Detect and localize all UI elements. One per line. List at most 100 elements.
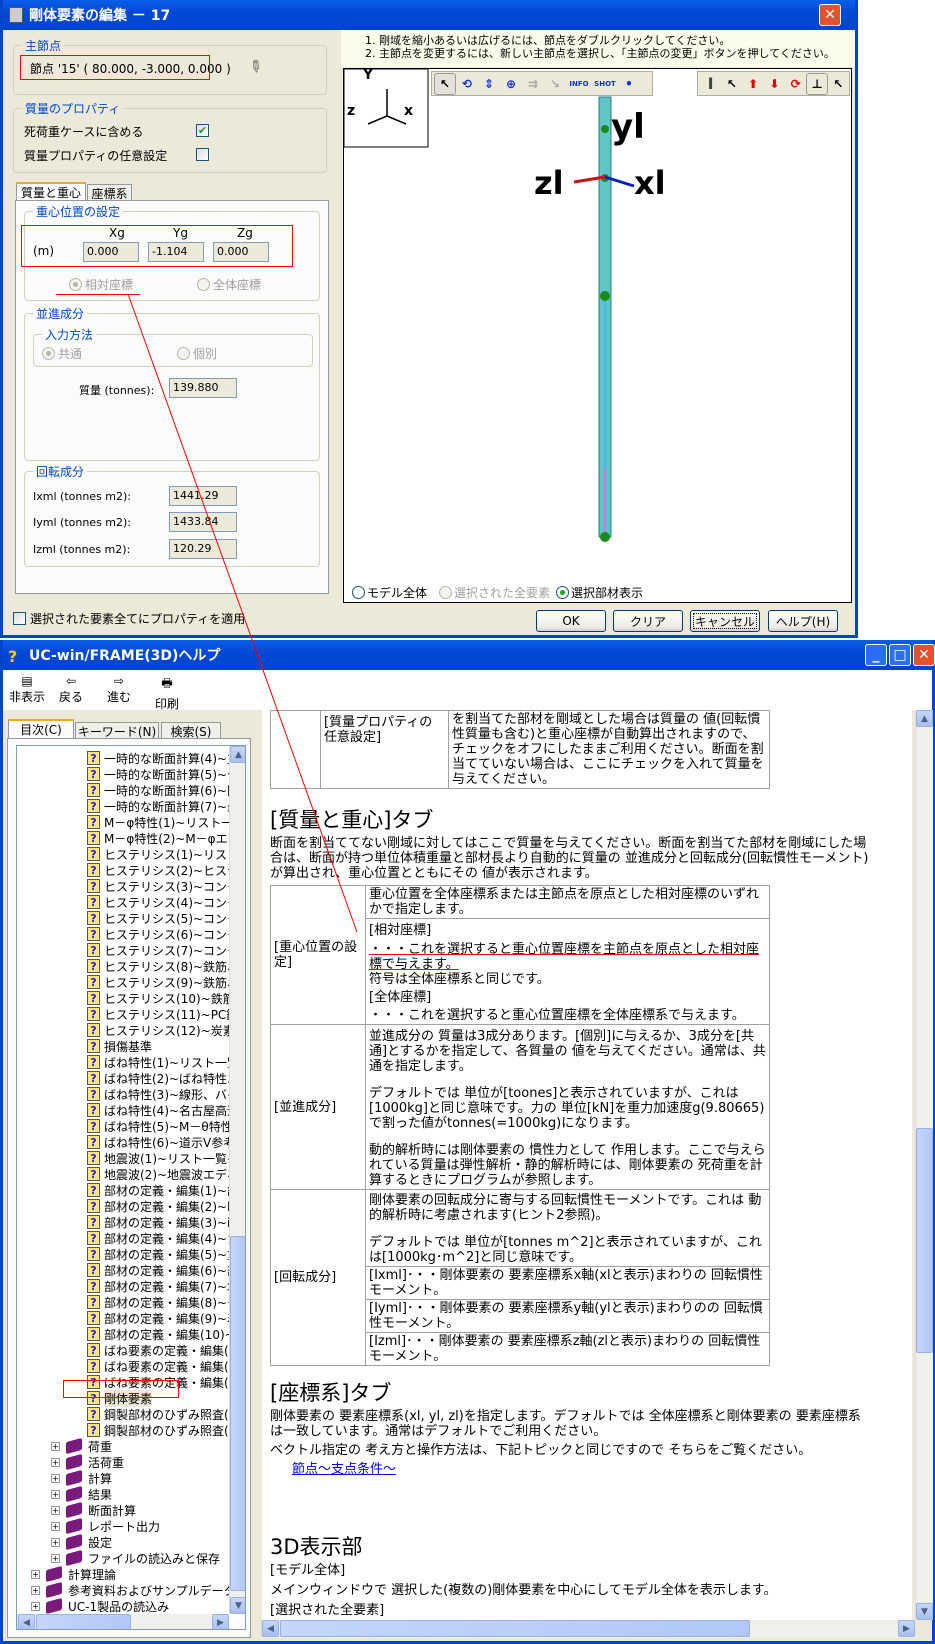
tree-item[interactable]: ? ヒステリシス(10)~鉄筋(C: [87, 990, 245, 1006]
scroll-up-button[interactable]: ▲: [230, 746, 245, 763]
model-all-radio[interactable]: [352, 586, 365, 599]
tab-coordinate[interactable]: 座標系: [87, 184, 132, 201]
close-button[interactable]: ✕: [913, 644, 935, 666]
expand-icon[interactable]: +: [51, 1457, 60, 1467]
izml-field[interactable]: 120.29: [169, 539, 237, 559]
pan-icon[interactable]: ⇕: [478, 73, 500, 95]
tree-item[interactable]: ? 一時的な断面計算(7)~最: [87, 798, 239, 814]
tree-item[interactable]: ? 一時的な断面計算(5)~セ: [87, 766, 239, 782]
tree-book[interactable]: + ファイルの読込みと保存: [51, 1549, 220, 1567]
expand-icon[interactable]: +: [31, 1585, 40, 1595]
print-button[interactable]: 🖶 印刷: [155, 674, 179, 711]
expand-icon[interactable]: +: [51, 1441, 60, 1451]
tree-item[interactable]: ? 部材の定義・編集(10)~荷: [87, 1326, 245, 1342]
tree-item[interactable]: ? 損傷基準: [87, 1038, 152, 1054]
scroll-down-button[interactable]: ▼: [230, 1597, 245, 1614]
expand-icon[interactable]: +: [51, 1553, 60, 1563]
expand-icon[interactable]: +: [31, 1569, 40, 1579]
check-pointer-icon[interactable]: ↖: [828, 73, 849, 95]
tree-item[interactable]: ? ばね特性(2)~ばね特性エ: [87, 1070, 239, 1086]
scroll-right-button[interactable]: ▶: [212, 1614, 229, 1629]
tree-item[interactable]: ? ヒステリシス(1)~リスト一: [87, 846, 245, 862]
content-vscrollbar[interactable]: ▲ ▼: [915, 710, 933, 1620]
hscroll-thumb[interactable]: [280, 1620, 750, 1637]
tree-item[interactable]: ? ばね特性(3)~線形、バイ: [87, 1086, 239, 1102]
tree-item[interactable]: ? 部材の定義・編集(1)~設: [87, 1182, 239, 1198]
tree-item[interactable]: ? M－φ特性(1)~リスト一覧: [87, 814, 245, 830]
tree-item[interactable]: ? 部材の定義・編集(2)~断: [87, 1198, 239, 1214]
tree-item[interactable]: ? 一時的な断面計算(6)~限: [87, 782, 239, 798]
selected-all-radio[interactable]: [439, 586, 452, 599]
apply-all-checkbox[interactable]: [13, 612, 26, 625]
tree-item[interactable]: ? ヒステリシス(11)~PC鋼材: [87, 1006, 245, 1022]
select-pointer-icon[interactable]: ↖: [434, 72, 456, 95]
pick-node-icon[interactable]: ✎: [244, 55, 266, 78]
point-icon[interactable]: •: [618, 73, 640, 95]
tree-book[interactable]: + 荷重: [51, 1437, 112, 1455]
hscroll-thumb[interactable]: [36, 1614, 131, 1629]
forward-button[interactable]: ⇨ 進む: [107, 674, 131, 706]
load-up-icon[interactable]: ⬆: [743, 73, 764, 95]
3d-view[interactable]: Y z x yl zl xl ↖ ⟲ ⇕ ⊕ ⇉ ↘ INFO SHOT • I…: [343, 67, 852, 603]
tab-mass-cog[interactable]: 質量と重心: [16, 182, 86, 201]
scroll-right-button[interactable]: ▶: [898, 1620, 915, 1637]
shot-button[interactable]: SHOT: [592, 73, 618, 95]
tree-item[interactable]: ? ヒステリシス(12)~炭素繊: [87, 1022, 245, 1038]
tree-book[interactable]: + 結果: [51, 1485, 112, 1503]
tree-item[interactable]: ? ヒステリシス(8)~鉄筋、鋼: [87, 958, 245, 974]
tree-item[interactable]: ? 一時的な断面計算(4)~主: [87, 750, 239, 766]
section-icon[interactable]: I: [700, 73, 721, 95]
tree-item[interactable]: ? ヒステリシス(4)~コンクリ: [87, 894, 245, 910]
tree-item[interactable]: ? ばね要素の定義・編集(1): [87, 1342, 241, 1358]
tree-item[interactable]: ? 部材の定義・編集(5)~重: [87, 1246, 239, 1262]
tree-item[interactable]: ? 鋼製部材のひずみ照査(1: [87, 1406, 236, 1422]
global-radio[interactable]: [197, 278, 210, 291]
mass-field[interactable]: 139.880: [169, 378, 237, 398]
tree-book[interactable]: + 参考資料およびサンプルデータ: [31, 1581, 236, 1599]
tree-item[interactable]: ? ヒステリシス(3)~コンクリ: [87, 878, 245, 894]
ok-button[interactable]: OK: [536, 610, 606, 632]
minimize-button[interactable]: _: [865, 644, 887, 666]
tree-book[interactable]: + 設定: [51, 1533, 112, 1551]
tree-item[interactable]: ? 地震波(2)~地震波エディ: [87, 1166, 238, 1182]
tree-item[interactable]: ? 部材の定義・編集(9)~着: [87, 1310, 239, 1326]
tree-item[interactable]: ? ばね要素の定義・編集(2): [87, 1358, 241, 1374]
tab-contents[interactable]: 目次(C): [8, 719, 74, 739]
tree-item[interactable]: ? ばね特性(6)~道示V参考: [87, 1134, 235, 1150]
close-button[interactable]: ✕: [819, 4, 841, 26]
individual-radio[interactable]: [177, 347, 190, 360]
scroll-up-button[interactable]: ▲: [916, 710, 933, 727]
expand-icon[interactable]: +: [51, 1473, 60, 1483]
info-pointer-icon[interactable]: ↖: [721, 73, 742, 95]
scroll-thumb[interactable]: [230, 1236, 245, 1591]
zoom-icon[interactable]: ⊕: [500, 73, 522, 95]
tree-item[interactable]: ? M－φ特性(2)~M－φエ: [87, 830, 228, 846]
clear-button[interactable]: クリア: [613, 610, 683, 632]
tree-item[interactable]: ? 部材の定義・編集(3)~i端: [87, 1214, 242, 1230]
scroll-thumb[interactable]: [916, 1128, 933, 1353]
tree-item[interactable]: ? 地震波(1)~リスト一覧~: [87, 1150, 237, 1166]
expand-icon[interactable]: +: [51, 1489, 60, 1499]
expand-icon[interactable]: +: [51, 1505, 60, 1515]
scroll-left-button[interactable]: ◀: [262, 1620, 279, 1637]
tree-book[interactable]: + 活荷重: [51, 1453, 124, 1471]
tree-item[interactable]: ? ヒステリシス(5)~コンクリ: [87, 910, 245, 926]
expand-icon[interactable]: +: [51, 1521, 60, 1531]
tree-vscrollbar[interactable]: ▲ ▼: [229, 746, 245, 1614]
tree-book[interactable]: + 断面計算: [51, 1501, 136, 1519]
content-hscrollbar[interactable]: ◀ ▶: [261, 1620, 915, 1638]
maximize-button[interactable]: □: [889, 644, 911, 666]
tree-item[interactable]: ? ばね特性(4)~名古屋高速: [87, 1102, 239, 1118]
load-down-icon[interactable]: ⬇: [764, 73, 785, 95]
tree-item[interactable]: ? 鋼製部材のひずみ照査(2: [87, 1422, 236, 1438]
tree-item[interactable]: ? ヒステリシス(7)~コンクリ: [87, 942, 245, 958]
tree-book[interactable]: + UC-1製品の読込み: [31, 1597, 169, 1615]
tree-item[interactable]: ? ばね特性(5)~M－θ特性: [87, 1118, 233, 1134]
back-button[interactable]: ⇦ 戻る: [59, 674, 83, 706]
scroll-left-button[interactable]: ◀: [18, 1614, 35, 1629]
refresh-icon[interactable]: ⟳: [785, 73, 806, 95]
expand-icon[interactable]: +: [31, 1601, 40, 1611]
local-axis-icon[interactable]: ⊥: [806, 72, 828, 95]
tree-item[interactable]: ? ヒステリシス(9)~鉄筋、鋼: [87, 974, 245, 990]
iyml-field[interactable]: 1433.84: [169, 512, 237, 532]
